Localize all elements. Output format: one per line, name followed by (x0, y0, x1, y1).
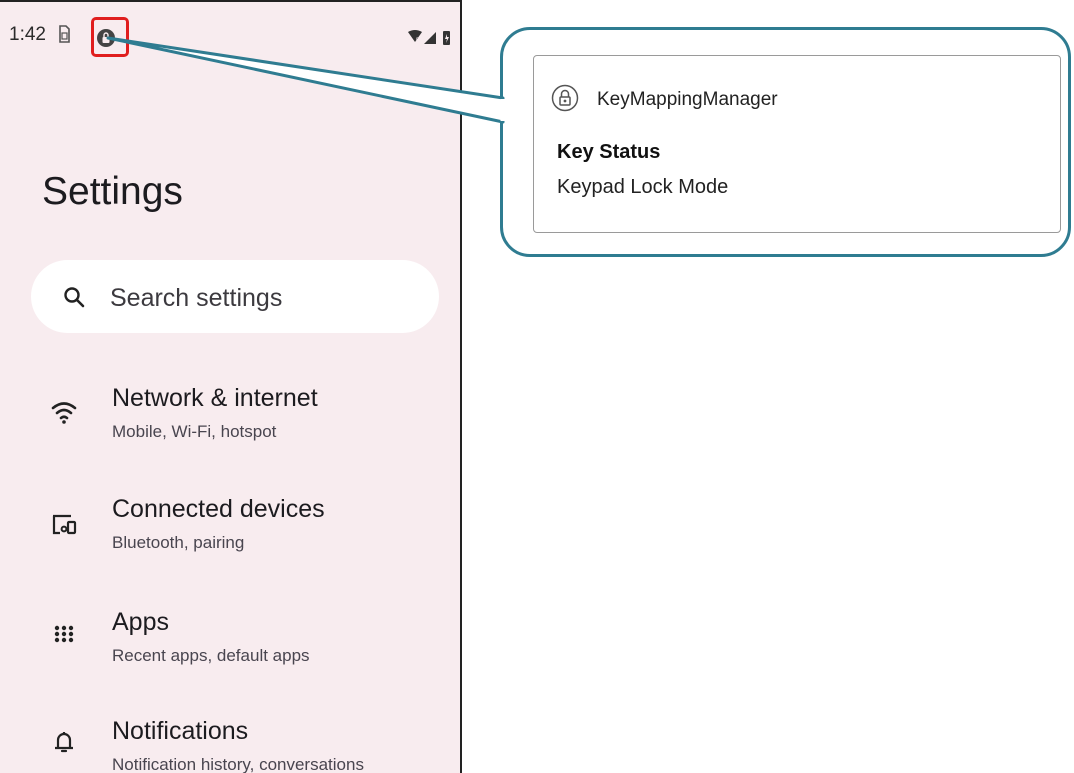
keypad-lock-icon (551, 84, 579, 112)
search-placeholder: Search settings (110, 284, 283, 312)
status-icon-highlight (91, 17, 129, 57)
notification-title: Key Status (557, 141, 661, 163)
search-input[interactable]: Search settings (31, 260, 439, 333)
settings-item-connected-devices[interactable]: Connected devices Bluetooth, pairing (0, 495, 460, 581)
settings-item-subtitle: Recent apps, default apps (112, 646, 310, 665)
sim-icon (59, 25, 70, 43)
search-icon (64, 287, 85, 308)
notification-card[interactable]: KeyMappingManager Key Status Keypad Lock… (533, 55, 1061, 233)
settings-item-title: Apps (112, 608, 169, 636)
apps-grid-icon (54, 625, 74, 643)
bell-icon (55, 732, 73, 753)
settings-item-subtitle: Notification history, conversations (112, 755, 364, 773)
wifi-icon (51, 402, 77, 424)
settings-item-title: Notifications (112, 717, 249, 745)
page-title: Settings (42, 170, 183, 213)
phone-screen: 1:42 5 Settings Search settings Network … (0, 0, 462, 773)
svg-text:5: 5 (416, 38, 420, 44)
settings-item-subtitle: Bluetooth, pairing (112, 533, 245, 552)
settings-item-network[interactable]: Network & internet Mobile, Wi-Fi, hotspo… (0, 384, 460, 470)
notification-app-name: KeyMappingManager (597, 89, 778, 110)
settings-item-title: Network & internet (112, 384, 318, 412)
signal-battery-icons: 5 (408, 30, 450, 45)
settings-item-title: Connected devices (112, 495, 325, 523)
status-time: 1:42 (9, 24, 46, 45)
settings-item-notifications[interactable]: Notifications Notification history, conv… (0, 717, 460, 773)
devices-icon (52, 514, 77, 535)
notification-text: Keypad Lock Mode (557, 176, 729, 198)
settings-item-apps[interactable]: Apps Recent apps, default apps (0, 608, 460, 694)
settings-item-subtitle: Mobile, Wi-Fi, hotspot (112, 422, 277, 441)
status-bar: 1:42 5 (0, 2, 460, 47)
